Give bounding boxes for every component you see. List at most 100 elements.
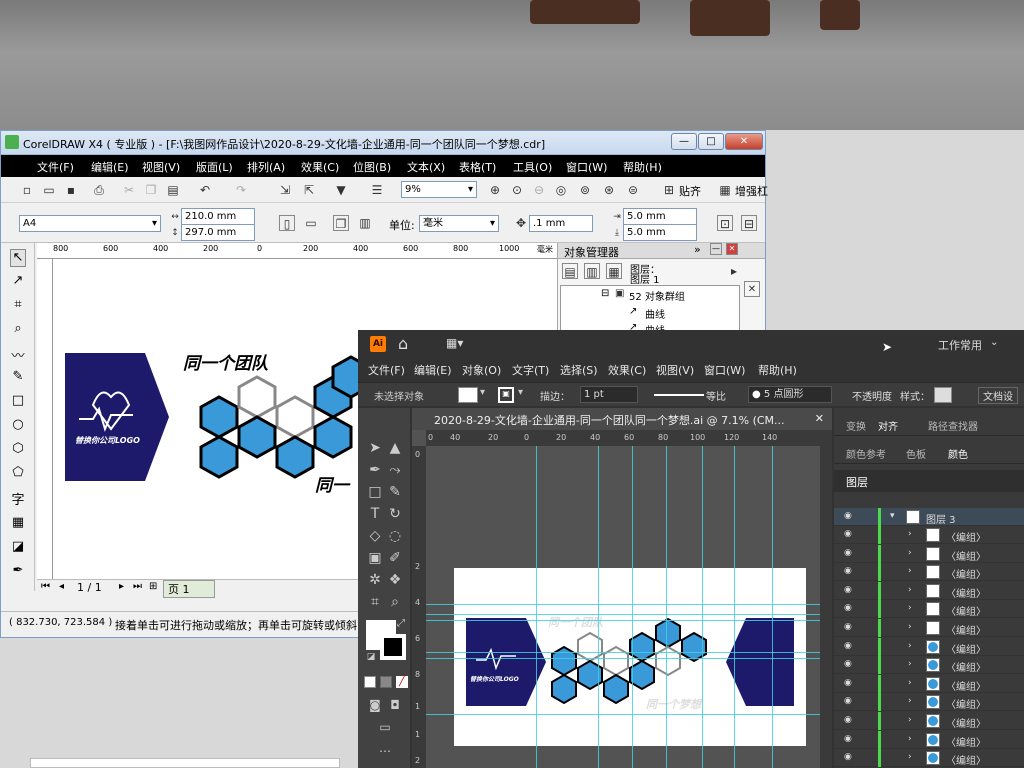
chevron-right-icon[interactable]: ›: [908, 641, 912, 651]
rectangle-tool-icon[interactable]: □: [366, 484, 384, 502]
chevron-right-icon[interactable]: ›: [908, 696, 912, 706]
docker-minimize-icon[interactable]: —: [710, 243, 722, 255]
workspace-switcher[interactable]: 工作常用: [938, 337, 982, 353]
tab-color-guide[interactable]: 颜色参考: [846, 446, 886, 461]
visibility-eye-icon[interactable]: ◉: [844, 641, 852, 651]
unit-select[interactable]: 毫米 ▾: [419, 215, 499, 232]
menu-layout[interactable]: 版面(L): [196, 159, 233, 175]
page-height-field[interactable]: 297.0 mm: [181, 224, 255, 241]
brush-select[interactable]: ● 5 点圆形: [748, 386, 832, 403]
rectangle-tool-icon[interactable]: □: [10, 393, 26, 411]
opacity-label[interactable]: 不透明度: [852, 388, 892, 403]
menu-effect[interactable]: 效果(C): [608, 362, 646, 378]
zoom-tool-icon[interactable]: ⌕: [386, 594, 404, 612]
new-icon[interactable]: ▫: [19, 182, 35, 198]
layer-item-label[interactable]: 〈编组〉: [946, 734, 986, 749]
next-page-icon[interactable]: ▸: [119, 581, 124, 592]
chevron-right-icon[interactable]: ›: [908, 566, 912, 576]
direct-selection-tool-icon[interactable]: ▲: [386, 440, 404, 458]
layer-item-label[interactable]: 〈编组〉: [946, 752, 986, 767]
color-mode-icon[interactable]: [364, 676, 376, 688]
tab-transform[interactable]: 变换: [846, 418, 866, 433]
zoom-out-icon[interactable]: ⊖: [531, 182, 547, 198]
menu-window[interactable]: 窗口(W): [704, 362, 745, 378]
arrange-documents-icon[interactable]: ▦▾: [446, 336, 463, 350]
all-pages-icon[interactable]: ❐: [333, 215, 349, 231]
welcome-icon[interactable]: ☰: [369, 182, 385, 198]
layer-item-row[interactable]: ◉ › 〈编组〉: [834, 637, 1024, 656]
menu-object[interactable]: 对象(O): [462, 362, 501, 378]
layer-item-label[interactable]: 〈编组〉: [946, 585, 986, 600]
stroke-swatch[interactable]: ▣: [498, 387, 514, 403]
layer-item-row[interactable]: ◉ › 〈编组〉: [834, 563, 1024, 582]
layer-item-row[interactable]: ◉ › 〈编组〉: [834, 544, 1024, 563]
menu-select[interactable]: 选择(S): [560, 362, 598, 378]
guide-line[interactable]: [426, 620, 832, 621]
style-swatch[interactable]: [934, 387, 952, 403]
eyedropper-tool-icon[interactable]: ✐: [386, 550, 404, 568]
maximize-button[interactable]: □: [698, 133, 724, 150]
import-icon[interactable]: ⇲: [277, 182, 293, 198]
page-size-select[interactable]: A4 ▾: [19, 215, 161, 232]
chevron-right-icon[interactable]: ›: [908, 734, 912, 744]
layer-item-label[interactable]: 〈编组〉: [946, 678, 986, 693]
menu-table[interactable]: 表格(T): [459, 159, 496, 175]
prev-page-icon[interactable]: ◂: [59, 581, 64, 592]
chevron-down-icon[interactable]: ▾: [890, 511, 895, 521]
tab-layers[interactable]: 图层: [846, 474, 868, 490]
tree-item-curve[interactable]: 曲线: [645, 306, 665, 321]
docker-expand-icon[interactable]: »: [694, 243, 701, 256]
enhance-icon[interactable]: ▦: [717, 182, 733, 198]
portrait-icon[interactable]: ▯: [279, 215, 295, 231]
snap-icon[interactable]: ⊞: [661, 182, 677, 198]
zoom-in-icon[interactable]: ⊕: [487, 182, 503, 198]
draw-normal-icon[interactable]: ◙: [366, 698, 384, 716]
stroke-color-swatch[interactable]: [380, 634, 406, 660]
menu-view[interactable]: 视图(V): [656, 362, 694, 378]
chevron-right-icon[interactable]: ›: [908, 752, 912, 762]
last-page-icon[interactable]: ⏭: [133, 581, 142, 592]
gradient-tool-icon[interactable]: ▣: [366, 550, 384, 568]
zoom-fit-icon[interactable]: ⊙: [509, 182, 525, 198]
layer-item-label[interactable]: 〈编组〉: [946, 659, 986, 674]
menu-file[interactable]: 文件(F): [37, 159, 74, 175]
layer-item-row[interactable]: ◉ › 〈编组〉: [834, 730, 1024, 749]
visibility-eye-icon[interactable]: ◉: [844, 622, 852, 632]
guide-line[interactable]: [666, 446, 667, 768]
crop-tool-icon[interactable]: ⌗: [10, 297, 26, 315]
minimize-button[interactable]: —: [671, 133, 697, 150]
menu-bitmaps[interactable]: 位图(B): [353, 159, 391, 175]
curvature-tool-icon[interactable]: ⤳: [386, 462, 404, 480]
none-mode-icon[interactable]: ╱: [396, 676, 408, 688]
layer-manager-icon[interactable]: ▦: [606, 263, 622, 279]
menu-tools[interactable]: 工具(O): [513, 159, 552, 175]
pen-tool-icon[interactable]: ✒: [366, 462, 384, 480]
tab-color[interactable]: 颜色: [948, 446, 968, 461]
chevron-right-icon[interactable]: ›: [908, 678, 912, 688]
layer-name[interactable]: 图层 3: [926, 511, 956, 526]
layer-item-row[interactable]: ◉ › 〈编组〉: [834, 526, 1024, 544]
first-page-icon[interactable]: ⏮: [41, 581, 50, 592]
duplicate-y-field[interactable]: 5.0 mm: [623, 224, 697, 241]
blend-tool-icon[interactable]: ✲: [366, 572, 384, 590]
visibility-eye-icon[interactable]: ◉: [844, 715, 852, 725]
chevron-right-icon[interactable]: ›: [908, 548, 912, 558]
visibility-eye-icon[interactable]: ◉: [844, 548, 852, 558]
freehand-tool-icon[interactable]: 〰: [10, 345, 26, 364]
screen-mode-icon[interactable]: ▭: [376, 720, 394, 738]
type-tool-icon[interactable]: T: [366, 506, 384, 524]
visibility-eye-icon[interactable]: ◉: [844, 585, 852, 595]
layer-item-label[interactable]: 〈编组〉: [946, 529, 986, 544]
layer-item-row[interactable]: ◉ › 〈编组〉: [834, 693, 1024, 712]
chevron-down-icon[interactable]: ▾: [480, 387, 485, 398]
default-colors-icon[interactable]: ◪: [362, 652, 380, 670]
pick-tool-icon[interactable]: ↖: [10, 249, 26, 267]
zoom-selected-icon[interactable]: ⊜: [625, 182, 641, 198]
shape-tool-icon[interactable]: ↗: [10, 273, 26, 291]
cut-icon[interactable]: ✂: [121, 182, 137, 198]
visibility-eye-icon[interactable]: ◉: [844, 734, 852, 744]
enhance-label[interactable]: 增强杠: [735, 183, 768, 199]
layer-item-label[interactable]: 〈编组〉: [946, 548, 986, 563]
undo-icon[interactable]: ↶: [197, 182, 213, 198]
layer-item-row[interactable]: ◉ › 〈编组〉: [834, 600, 1024, 619]
